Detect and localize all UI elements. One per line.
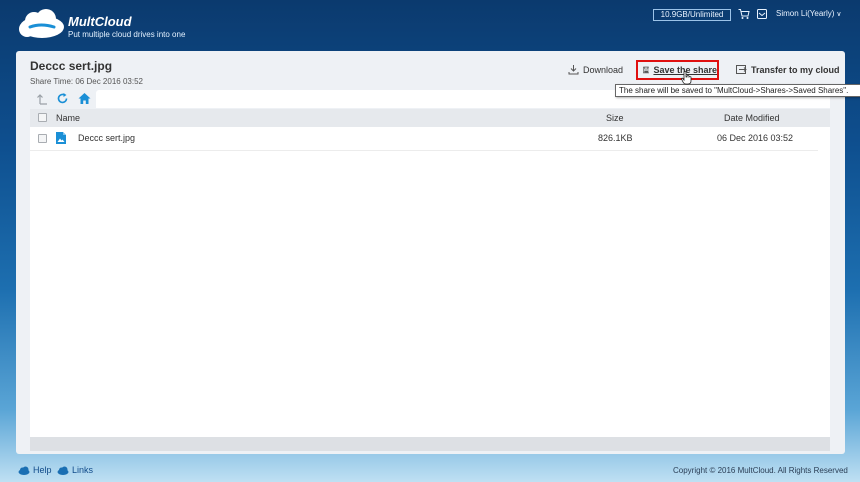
help-link[interactable]: Help xyxy=(18,465,52,475)
user-menu[interactable]: Simon Li(Yearly) ∨ xyxy=(776,9,842,18)
brand-tagline: Put multiple cloud drives into one xyxy=(68,30,186,39)
column-date-modified[interactable]: Date Modified xyxy=(724,113,780,123)
transfer-icon xyxy=(736,65,747,74)
user-name: Simon Li(Yearly) xyxy=(776,9,835,18)
home-icon[interactable] xyxy=(78,92,91,105)
chevron-down-icon: ∨ xyxy=(836,11,842,18)
storage-usage[interactable]: 10.9GB/Unlimited xyxy=(653,9,731,21)
copyright-text: Copyright © 2016 MultCloud. All Rights R… xyxy=(673,466,848,475)
save-icon xyxy=(643,66,650,74)
refresh-icon[interactable] xyxy=(56,92,69,105)
file-name[interactable]: Deccc sert.jpg xyxy=(78,133,135,143)
transfer-label: Transfer to my cloud xyxy=(751,64,840,75)
cart-icon[interactable] xyxy=(738,8,750,20)
multcloud-logo-icon[interactable] xyxy=(16,9,66,41)
save-share-button[interactable]: Save the share xyxy=(636,60,719,80)
file-list-header: Name Size Date Modified xyxy=(30,109,830,127)
links-link[interactable]: Links xyxy=(57,465,93,475)
table-row[interactable]: Deccc sert.jpg 826.1KB 06 Dec 2016 03:52 xyxy=(30,127,818,151)
links-label: Links xyxy=(72,465,94,475)
hand-cursor-icon xyxy=(681,71,692,85)
select-all-checkbox[interactable] xyxy=(38,113,47,122)
brand-name: MultCloud xyxy=(68,14,132,29)
download-icon xyxy=(568,65,579,75)
download-label: Download xyxy=(583,64,624,75)
share-panel: Deccc sert.jpg Share Time: 06 Dec 2016 0… xyxy=(16,51,860,454)
help-cloud-icon xyxy=(18,466,30,475)
message-icon[interactable] xyxy=(757,9,767,19)
file-list: Name Size Date Modified Deccc sert.jpg 8… xyxy=(30,109,830,437)
row-checkbox[interactable] xyxy=(38,134,47,143)
help-label: Help xyxy=(33,465,52,475)
save-share-tooltip: The share will be saved to "MultCloud->S… xyxy=(615,84,860,97)
column-size[interactable]: Size xyxy=(606,113,624,123)
column-name[interactable]: Name xyxy=(56,113,80,123)
transfer-to-cloud-button[interactable]: Transfer to my cloud xyxy=(736,64,840,75)
app-header: MultCloud Put multiple cloud drives into… xyxy=(0,0,860,48)
share-time: Share Time: 06 Dec 2016 03:52 xyxy=(30,77,143,86)
image-file-icon xyxy=(56,132,66,144)
panel-status-bar xyxy=(30,437,830,451)
file-date: 06 Dec 2016 03:52 xyxy=(717,133,794,143)
links-cloud-icon xyxy=(57,466,69,475)
download-button[interactable]: Download xyxy=(568,64,623,75)
file-title: Deccc sert.jpg xyxy=(30,59,113,73)
up-folder-icon[interactable] xyxy=(36,92,49,105)
file-size: 826.1KB xyxy=(598,133,633,143)
